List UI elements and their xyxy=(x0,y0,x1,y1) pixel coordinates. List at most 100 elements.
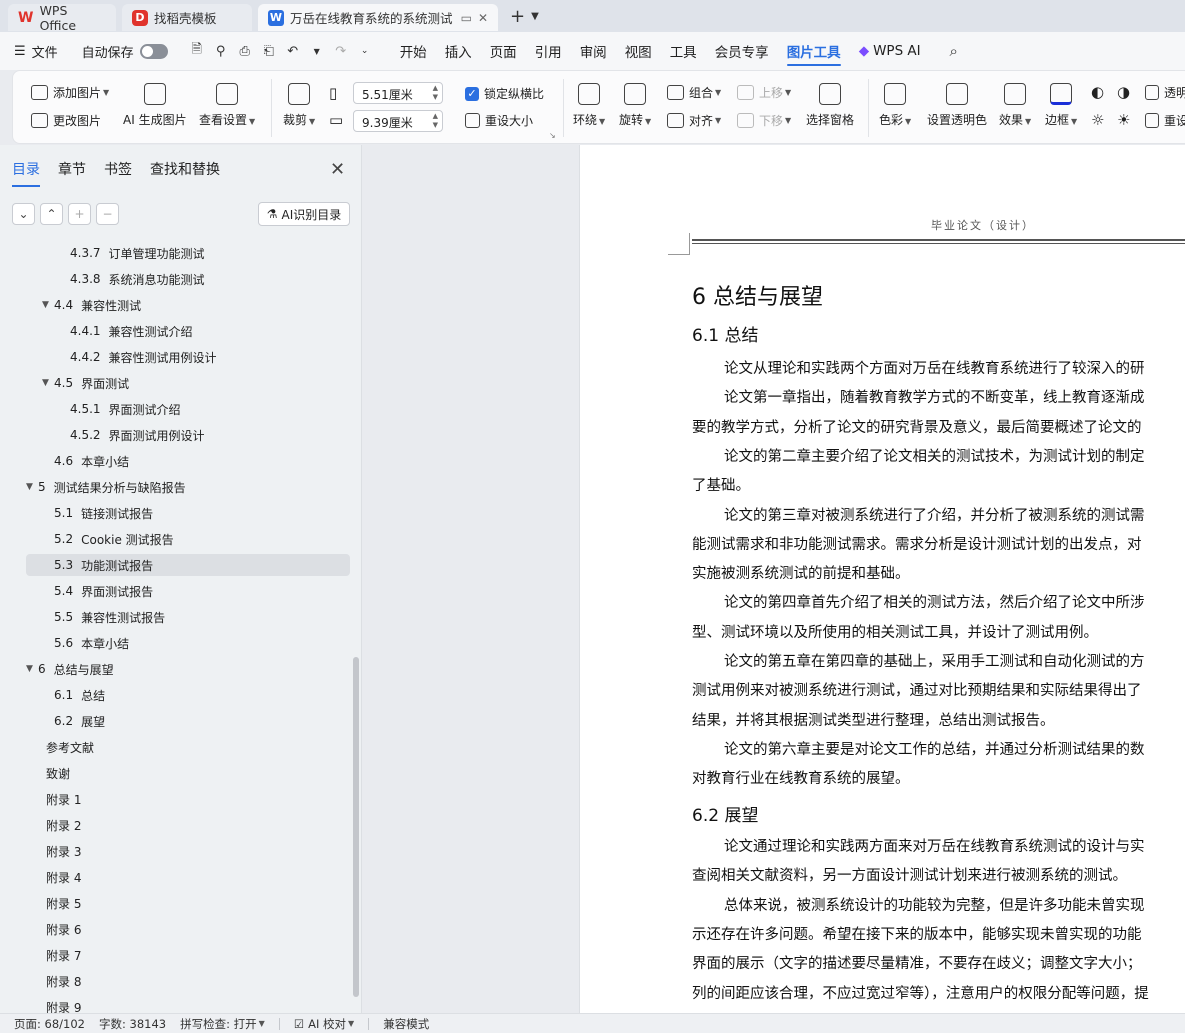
ribbon-tab-0[interactable]: 开始 xyxy=(400,32,427,70)
remove-heading-button[interactable]: − xyxy=(96,203,119,225)
search-icon[interactable]: ⌕ xyxy=(943,42,965,60)
toc-item[interactable]: 6.1 总结 xyxy=(26,684,350,706)
reset-size-button[interactable]: 重设大小 xyxy=(465,112,533,129)
reset-picture-button[interactable]: 重设 xyxy=(1145,112,1185,129)
ribbon-tab-2[interactable]: 页面 xyxy=(490,32,517,70)
toc-item[interactable]: 附录 5 xyxy=(26,892,350,914)
group-button[interactable]: 组合 ▼ xyxy=(667,84,721,101)
toc-item[interactable]: 附录 6 xyxy=(26,918,350,940)
toc-item[interactable]: 附录 4 xyxy=(26,866,350,888)
nav-tab-bookmarks[interactable]: 书签 xyxy=(104,159,132,187)
expand-caret-icon[interactable]: ▼ xyxy=(42,300,54,310)
spell-check-toggle[interactable]: 拼写检查: 打开 ▼ xyxy=(180,1016,265,1032)
transparency-button[interactable]: 透明 xyxy=(1145,84,1185,101)
file-menu[interactable]: ☰ 文件 xyxy=(14,42,58,61)
ai-recognize-toc-button[interactable]: ⚗ AI识别目录 xyxy=(258,202,350,226)
decrease-contrast-icon[interactable]: ☀ xyxy=(1117,111,1130,129)
toc-item[interactable]: 5.5 兼容性测试报告 xyxy=(26,606,350,628)
height-spinner-icon[interactable]: ▲ ▼ xyxy=(433,112,438,130)
page-count[interactable]: 页面: 68/102 xyxy=(14,1016,85,1032)
move-down-button[interactable]: 下移 ▼ xyxy=(737,112,791,129)
toc-item[interactable]: 附录 1 xyxy=(26,788,350,810)
add-heading-button[interactable]: + xyxy=(68,203,91,225)
toc-item[interactable]: 附录 7 xyxy=(26,944,350,966)
more-chevron-icon[interactable]: ⌄ xyxy=(354,46,376,56)
move-up-button[interactable]: 上移 ▼ xyxy=(737,84,791,101)
toc-item[interactable]: 4.4.2 兼容性测试用例设计 xyxy=(26,346,350,368)
link-icon[interactable]: ⚲ xyxy=(210,44,232,59)
toc-item[interactable]: 致谢 xyxy=(26,762,350,784)
nav-scrollbar[interactable] xyxy=(353,657,359,997)
chevron-up-button[interactable]: ⌃ xyxy=(40,203,63,225)
expand-caret-icon[interactable]: ▼ xyxy=(26,664,38,674)
nav-tab-sections[interactable]: 章节 xyxy=(58,159,86,187)
expand-caret-icon[interactable]: ▼ xyxy=(42,378,54,388)
toc-item[interactable]: 4.4.1 兼容性测试介绍 xyxy=(26,320,350,342)
rotate-button[interactable]: 旋转 ▼ xyxy=(619,83,651,128)
tab-template[interactable]: D 找稻壳模板 xyxy=(122,4,252,31)
nav-tab-toc[interactable]: 目录 xyxy=(12,159,40,187)
close-pane-icon[interactable]: ✕ xyxy=(330,159,345,180)
increase-contrast-icon[interactable]: ☼ xyxy=(1091,111,1104,129)
add-image-button[interactable]: 添加图片 ▼ xyxy=(31,84,109,101)
undo-dropdown-icon[interactable]: ▼ xyxy=(306,47,328,56)
print-preview-icon[interactable]: ⎗ xyxy=(258,44,280,59)
toc-item[interactable]: 附录 2 xyxy=(26,814,350,836)
tab-document[interactable]: W 万岳在线教育系统的系统测试 ▭ ✕ xyxy=(258,4,498,31)
monitor-icon[interactable]: ▭ xyxy=(461,11,472,25)
crop-button[interactable]: 裁剪 ▼ xyxy=(283,83,315,128)
decrease-brightness-icon[interactable]: ◑ xyxy=(1117,83,1130,101)
width-spinner-icon[interactable]: ▲ ▼ xyxy=(433,84,438,102)
new-tab-icon[interactable]: + xyxy=(510,6,525,27)
redo-icon[interactable]: ↷ xyxy=(330,44,352,59)
increase-brightness-icon[interactable]: ◐ xyxy=(1091,83,1104,101)
document-page[interactable]: 毕业论文（设计） 6 总结与展望 6.1 总结 论文从理论和实践两个方面对万岳在… xyxy=(579,145,1185,1013)
toc-item[interactable]: ▼ 6 总结与展望 xyxy=(26,658,350,680)
toc-item[interactable]: 4.6 本章小结 xyxy=(26,450,350,472)
toc-item[interactable]: 5.4 界面测试报告 xyxy=(26,580,350,602)
toc-item[interactable]: ▼ 4.4 兼容性测试 xyxy=(26,294,350,316)
change-image-button[interactable]: 更改图片 xyxy=(31,112,101,129)
ai-proofread-button[interactable]: ☑ AI 校对 ▼ xyxy=(294,1016,354,1032)
ribbon-tab-4[interactable]: 审阅 xyxy=(580,32,607,70)
wrap-button[interactable]: 环绕 ▼ xyxy=(573,83,605,128)
ribbon-tab-6[interactable]: 工具 xyxy=(670,32,697,70)
set-transparent-color-button[interactable]: 设置透明色 xyxy=(927,83,987,128)
nav-tab-find-replace[interactable]: 查找和替换 xyxy=(150,159,220,187)
undo-icon[interactable]: ↶ xyxy=(282,44,304,59)
toc-item[interactable]: 附录 8 xyxy=(26,970,350,992)
toc-item[interactable]: 4.5.2 界面测试用例设计 xyxy=(26,424,350,446)
ribbon-tab-wps-ai[interactable]: ◆ WPS AI xyxy=(859,32,921,70)
toc-item[interactable]: 4.5.1 界面测试介绍 xyxy=(26,398,350,420)
align-button[interactable]: 对齐 ▼ xyxy=(667,112,721,129)
selection-pane-button[interactable]: 选择窗格 xyxy=(806,83,854,128)
border-button[interactable]: 边框 ▼ xyxy=(1045,83,1077,128)
toc-item[interactable]: 5.1 链接测试报告 xyxy=(26,502,350,524)
toc-item[interactable]: 5.6 本章小结 xyxy=(26,632,350,654)
width-input[interactable]: 5.51厘米 ▲ ▼ xyxy=(353,82,443,104)
tab-wps-office[interactable]: W WPS Office xyxy=(8,3,116,33)
chevron-down-icon[interactable]: ▼ xyxy=(531,11,539,22)
toc-item[interactable]: 4.3.7 订单管理功能测试 xyxy=(26,242,350,264)
ribbon-tab-3[interactable]: 引用 xyxy=(535,32,562,70)
collapse-chevron-down-button[interactable]: ⌄ xyxy=(12,203,35,225)
toc-item[interactable]: 4.3.8 系统消息功能测试 xyxy=(26,268,350,290)
print-icon[interactable]: ⎙ xyxy=(234,44,256,59)
lock-aspect-ratio-checkbox[interactable]: ✓ 锁定纵横比 xyxy=(465,85,544,102)
toc-item[interactable]: 附录 3 xyxy=(26,840,350,862)
ribbon-tab-picture-tools[interactable]: 图片工具 xyxy=(786,32,841,70)
ribbon-tab-5[interactable]: 视图 xyxy=(625,32,652,70)
ribbon-tab-7[interactable]: 会员专享 xyxy=(715,32,769,70)
toc-item[interactable]: 参考文献 xyxy=(26,736,350,758)
view-settings-button[interactable]: 查看设置 ▼ xyxy=(199,83,255,128)
close-tab-icon[interactable]: ✕ xyxy=(478,11,488,25)
dialog-launcher-icon[interactable]: ↘ xyxy=(549,131,556,140)
toc-item[interactable]: 6.2 展望 xyxy=(26,710,350,732)
autosave-toggle[interactable]: 自动保存 xyxy=(82,42,168,61)
color-button[interactable]: 色彩 ▼ xyxy=(879,83,911,128)
ai-generate-image-button[interactable]: AI 生成图片 xyxy=(123,83,187,128)
toggle-switch[interactable] xyxy=(139,43,168,59)
toc-item[interactable]: ▼ 4.5 界面测试 xyxy=(26,372,350,394)
word-count[interactable]: 字数: 38143 xyxy=(99,1016,166,1032)
save-icon[interactable]: 🗎 xyxy=(186,40,208,62)
